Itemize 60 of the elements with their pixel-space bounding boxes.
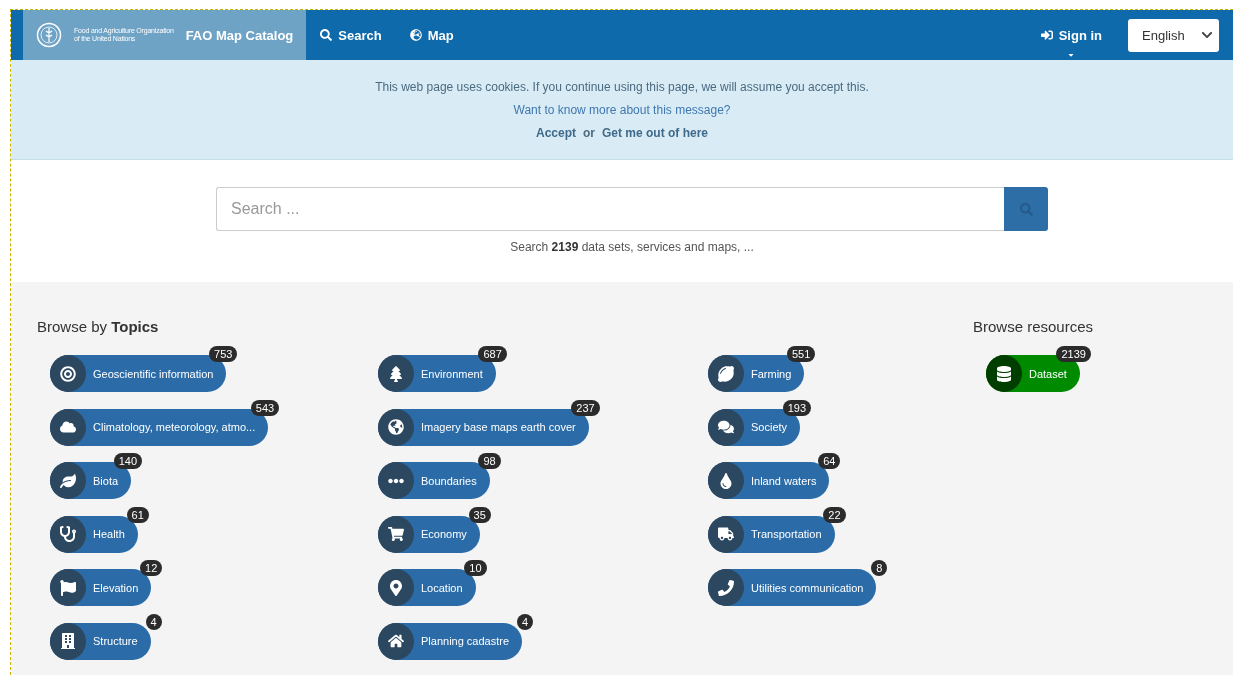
count-badge: 61 xyxy=(126,506,149,523)
search-field[interactable]: Search ... xyxy=(216,187,1004,231)
nav-link[interactable]: Map xyxy=(395,10,468,60)
truck-icon xyxy=(718,526,734,542)
count-badge: 2139 xyxy=(1056,346,1091,362)
stethoscope-icon xyxy=(60,526,76,542)
decline-link[interactable]: Get me out of here xyxy=(602,125,708,140)
map-pin-icon xyxy=(388,579,404,596)
globe-icon xyxy=(409,29,422,41)
language-select[interactable]: English xyxy=(1128,18,1219,52)
search-icon xyxy=(1019,202,1033,216)
house-icon xyxy=(388,633,404,649)
flag-icon xyxy=(60,579,76,596)
more-info-link[interactable]: Want to know more about this message? xyxy=(513,102,731,117)
count-badge: 35 xyxy=(468,506,491,523)
database-icon xyxy=(996,365,1012,382)
topic-button[interactable]: Structure xyxy=(50,622,151,660)
search-hint: Search 2139 data sets, services and maps, ... xyxy=(510,240,754,254)
count-badge: 22 xyxy=(823,506,846,523)
count-badge: 193 xyxy=(782,399,812,416)
caret-icon xyxy=(1067,51,1076,59)
droplet-icon xyxy=(718,472,734,489)
section-heading: Browse resources xyxy=(973,318,1095,337)
phone-icon xyxy=(718,579,734,596)
count-badge: 12 xyxy=(140,560,163,576)
chevron-icon xyxy=(1201,29,1213,41)
sign-in-link[interactable]: Sign in xyxy=(1026,10,1116,60)
brand-title: FAO Map Catalog xyxy=(185,27,294,43)
chat-bubbles-icon xyxy=(718,419,734,435)
count-badge: 753 xyxy=(209,346,238,362)
emblem-logo xyxy=(36,22,62,48)
count-badge: 4 xyxy=(145,613,162,630)
count-badge: 140 xyxy=(113,453,143,469)
cookie-message: This web page uses cookies. If you continue using this page, we will assume you accept this. xyxy=(375,79,869,94)
nav-link[interactable]: Search xyxy=(306,10,396,60)
building-icon xyxy=(60,633,76,649)
count-badge: 687 xyxy=(478,346,507,362)
accept-link[interactable]: Accept xyxy=(536,125,576,140)
cloud-icon xyxy=(60,419,76,435)
section-heading: Browse by Topics xyxy=(37,318,160,337)
count-badge: 10 xyxy=(464,560,487,576)
count-badge: 543 xyxy=(250,399,280,416)
count-badge: 4 xyxy=(516,613,534,630)
topic-button[interactable]: Utilities communication xyxy=(708,569,877,606)
bullseye-icon xyxy=(60,365,76,382)
count-badge: 8 xyxy=(871,560,888,576)
search-button[interactable] xyxy=(1004,187,1048,231)
leaf-icon xyxy=(60,472,76,489)
lemon-icon xyxy=(718,365,734,382)
globe-icon xyxy=(388,419,404,435)
count-badge: 551 xyxy=(787,346,816,362)
topic-button[interactable]: Planning cadastre xyxy=(378,622,523,660)
tree-icon xyxy=(388,365,404,382)
search-icon xyxy=(320,29,333,41)
or-text: or xyxy=(583,125,595,140)
cart-icon xyxy=(388,526,404,542)
count-badge: 237 xyxy=(571,399,600,416)
count-badge: 98 xyxy=(478,453,501,469)
count-badge: 64 xyxy=(818,453,841,469)
sign-in-icon xyxy=(1040,29,1053,41)
